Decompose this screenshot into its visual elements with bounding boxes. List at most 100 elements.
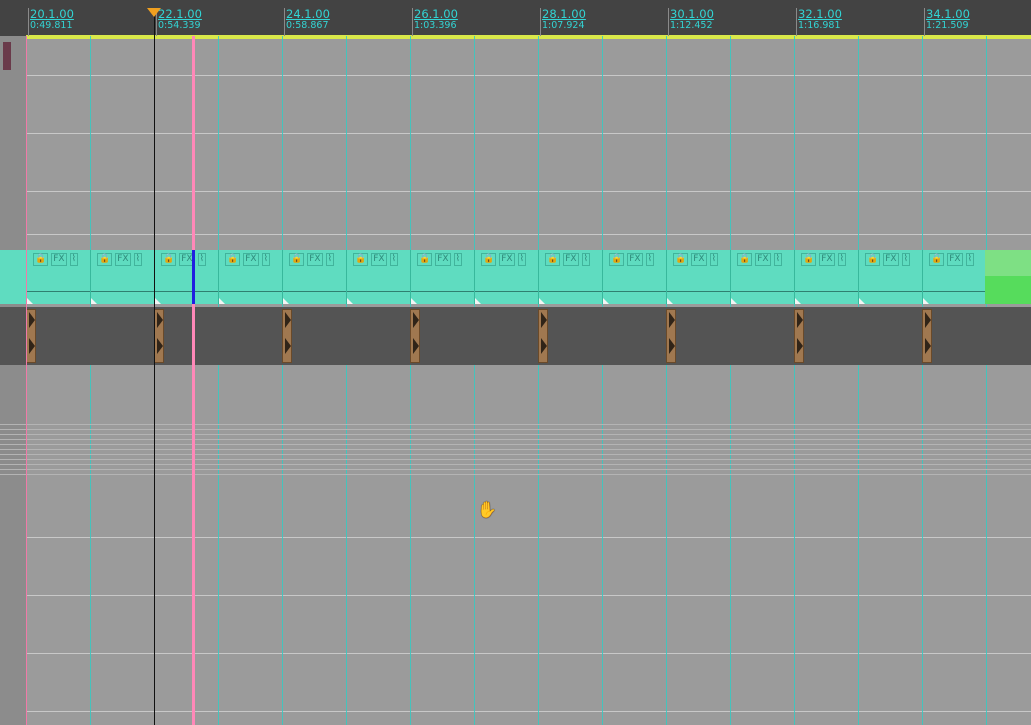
ruler-marker[interactable]: 26.1.00 1:03.396 — [414, 8, 458, 31]
lock-icon[interactable]: 🔒 — [545, 253, 561, 266]
lock-icon[interactable]: 🔒 — [481, 253, 497, 266]
fade-handle[interactable] — [91, 298, 97, 304]
selected-clip[interactable] — [985, 250, 1031, 304]
ruler-marker[interactable]: 20.1.00 0:49.811 — [30, 8, 74, 31]
loop-region-bar[interactable] — [26, 35, 1031, 39]
video-event[interactable] — [794, 309, 804, 363]
lock-icon[interactable]: 🔒 — [865, 253, 881, 266]
fx-button[interactable]: FX — [115, 253, 131, 266]
fade-handle[interactable] — [539, 298, 545, 304]
envelope-icon[interactable]: ⌇ — [389, 253, 398, 266]
fade-handle[interactable] — [283, 298, 289, 304]
fx-button[interactable]: FX — [51, 253, 67, 266]
fade-handle[interactable] — [27, 298, 33, 304]
fx-button[interactable]: FX — [819, 253, 835, 266]
envelope-icon[interactable]: ⌇ — [453, 253, 462, 266]
audio-clip[interactable]: 🔒 FX ⌇ — [346, 250, 411, 304]
audio-clip[interactable]: 🔒 FX ⌇ — [794, 250, 859, 304]
envelope-icon[interactable]: ⌇ — [325, 253, 334, 266]
audio-clip[interactable]: 🔒 FX ⌇ — [218, 250, 283, 304]
lock-icon[interactable]: 🔒 — [609, 253, 625, 266]
ruler-marker[interactable]: 34.1.00 1:21.509 — [926, 8, 970, 31]
ruler-marker[interactable]: 28.1.00 1:07.924 — [542, 8, 586, 31]
envelope-icon[interactable]: ⌇ — [709, 253, 718, 266]
envelope-icon[interactable]: ⌇ — [837, 253, 846, 266]
video-event[interactable] — [922, 309, 932, 363]
lock-icon[interactable]: 🔒 — [929, 253, 945, 266]
audio-clip[interactable]: 🔒 FX ⌇ — [154, 250, 219, 304]
envelope-icon[interactable]: ⌇ — [773, 253, 782, 266]
envelope-icon[interactable]: ⌇ — [197, 253, 206, 266]
lock-icon[interactable]: 🔒 — [673, 253, 689, 266]
audio-clip[interactable]: 🔒 FX ⌇ — [858, 250, 923, 304]
ruler-marker[interactable]: 22.1.00 0:54.339 — [158, 8, 202, 31]
fx-button[interactable]: FX — [883, 253, 899, 266]
fx-button[interactable]: FX — [307, 253, 323, 266]
fx-button[interactable]: FX — [371, 253, 387, 266]
envelope-icon[interactable]: ⌇ — [69, 253, 78, 266]
audio-clip[interactable]: 🔒 FX ⌇ — [282, 250, 347, 304]
audio-clip[interactable]: 🔒 FX ⌇ — [730, 250, 795, 304]
envelope-icon[interactable]: ⌇ — [133, 253, 142, 266]
audio-clip[interactable]: 🔒 FX ⌇ — [90, 250, 155, 304]
fade-handle[interactable] — [859, 298, 865, 304]
video-event[interactable] — [26, 309, 36, 363]
fx-button[interactable]: FX — [755, 253, 771, 266]
video-event[interactable] — [410, 309, 420, 363]
envelope-icon[interactable]: ⌇ — [261, 253, 270, 266]
envelope-icon[interactable]: ⌇ — [645, 253, 654, 266]
envelope-icon[interactable]: ⌇ — [581, 253, 590, 266]
playhead[interactable] — [192, 36, 195, 725]
lock-icon[interactable]: 🔒 — [161, 253, 177, 266]
video-event[interactable] — [282, 309, 292, 363]
lock-icon[interactable]: 🔒 — [801, 253, 817, 266]
lock-icon[interactable]: 🔒 — [97, 253, 113, 266]
fx-button[interactable]: FX — [243, 253, 259, 266]
ruler-marker[interactable]: 32.1.00 1:16.981 — [798, 8, 842, 31]
envelope-icon[interactable]: ⌇ — [517, 253, 526, 266]
video-event[interactable] — [538, 309, 548, 363]
fx-button[interactable]: FX — [435, 253, 451, 266]
lock-icon[interactable]: 🔒 — [417, 253, 433, 266]
fade-handle[interactable] — [603, 298, 609, 304]
audio-clip[interactable]: 🔒 FX ⌇ — [922, 250, 987, 304]
envelope-icon[interactable]: ⌇ — [901, 253, 910, 266]
ruler-marker[interactable]: 24.1.00 0:58.867 — [286, 8, 330, 31]
track-thumbnail — [3, 42, 11, 70]
video-event[interactable] — [154, 309, 164, 363]
edit-cursor-line[interactable] — [154, 8, 155, 725]
fx-button[interactable]: FX — [499, 253, 515, 266]
fade-handle[interactable] — [731, 298, 737, 304]
audio-clip[interactable]: 🔒 FX ⌇ — [474, 250, 539, 304]
video-event[interactable] — [666, 309, 676, 363]
fx-button[interactable]: FX — [563, 253, 579, 266]
fx-button[interactable]: FX — [691, 253, 707, 266]
lock-icon[interactable]: 🔒 — [225, 253, 241, 266]
audio-clip[interactable]: 🔒 FX ⌇ — [602, 250, 667, 304]
fade-handle[interactable] — [795, 298, 801, 304]
edit-cursor-handle[interactable] — [147, 8, 161, 17]
lock-icon[interactable]: 🔒 — [737, 253, 753, 266]
audio-clip[interactable]: 🔒 FX ⌇ — [538, 250, 603, 304]
audio-clip[interactable]: 🔒 FX ⌇ — [410, 250, 475, 304]
lock-icon[interactable]: 🔒 — [289, 253, 305, 266]
fade-handle[interactable] — [475, 298, 481, 304]
fx-button[interactable]: FX — [947, 253, 963, 266]
fade-handle[interactable] — [411, 298, 417, 304]
fade-handle[interactable] — [347, 298, 353, 304]
ruler-marker[interactable]: 30.1.00 1:12.452 — [670, 8, 714, 31]
marker-bar-label: 34.1.00 — [926, 7, 970, 21]
beat-grid-line — [730, 36, 731, 725]
fx-button[interactable]: FX — [627, 253, 643, 266]
marker-time-label: 1:03.396 — [414, 20, 457, 31]
envelope-icon[interactable]: ⌇ — [965, 253, 974, 266]
lock-icon[interactable]: 🔒 — [353, 253, 369, 266]
lock-icon[interactable]: 🔒 — [33, 253, 49, 266]
fade-handle[interactable] — [923, 298, 929, 304]
audio-clip[interactable]: 🔒 FX ⌇ — [26, 250, 91, 304]
audio-clip[interactable]: 🔒 FX ⌇ — [666, 250, 731, 304]
fade-handle[interactable] — [219, 298, 225, 304]
fade-handle[interactable] — [155, 298, 161, 304]
fade-handle[interactable] — [667, 298, 673, 304]
ruler-tick — [28, 8, 29, 36]
